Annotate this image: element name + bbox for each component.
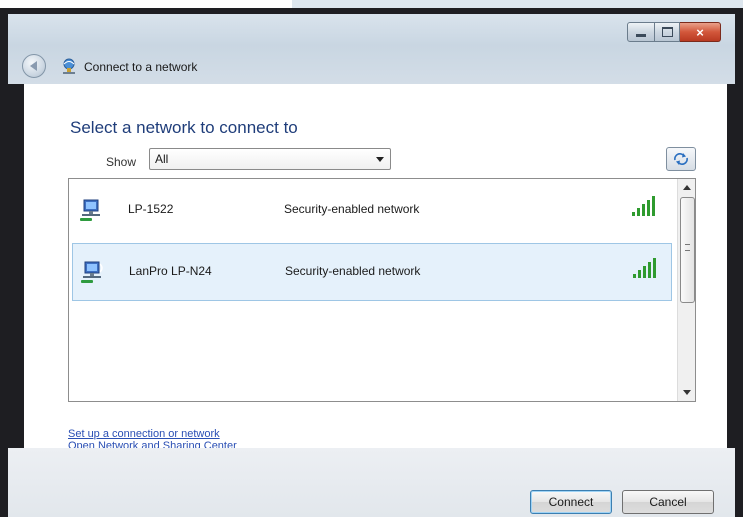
show-filter-value: All bbox=[155, 152, 169, 166]
refresh-icon bbox=[674, 153, 688, 165]
close-icon: × bbox=[696, 24, 704, 40]
window-controls: × bbox=[627, 22, 721, 42]
minimize-button[interactable] bbox=[627, 22, 655, 42]
background-strip bbox=[292, 0, 743, 8]
network-row[interactable]: LP-1522 Security-enabled network bbox=[72, 182, 672, 240]
network-security: Security-enabled network bbox=[284, 202, 420, 216]
maximize-button[interactable] bbox=[655, 22, 680, 42]
signal-strength-icon bbox=[632, 194, 662, 223]
minimize-icon bbox=[636, 34, 646, 37]
connect-button[interactable]: Connect bbox=[530, 490, 612, 514]
wireless-network-icon bbox=[81, 260, 107, 291]
scroll-down-icon[interactable] bbox=[683, 390, 691, 395]
network-wizard-icon bbox=[60, 57, 78, 80]
network-ssid: LP-1522 bbox=[128, 202, 174, 216]
grip-icon bbox=[685, 244, 690, 251]
page-heading: Select a network to connect to bbox=[70, 118, 298, 137]
background-strip bbox=[0, 0, 292, 8]
back-arrow-icon bbox=[29, 61, 37, 71]
show-filter-dropdown[interactable]: All bbox=[149, 148, 391, 170]
maximize-icon bbox=[661, 27, 673, 37]
cancel-button[interactable]: Cancel bbox=[622, 490, 714, 514]
back-button[interactable] bbox=[22, 54, 46, 78]
setup-connection-link[interactable]: Set up a connection or network bbox=[68, 428, 220, 440]
refresh-button[interactable] bbox=[666, 147, 696, 171]
dialog-footer: Connect Cancel bbox=[8, 448, 735, 517]
show-label: Show bbox=[106, 155, 137, 169]
scroll-up-icon[interactable] bbox=[683, 185, 691, 190]
dialog-content: Select a network to connect to Show All bbox=[24, 84, 727, 452]
network-row-selected[interactable]: LanPro LP-N24 Security-enabled network bbox=[72, 243, 672, 301]
scroll-thumb[interactable] bbox=[680, 197, 695, 303]
chevron-down-icon bbox=[376, 157, 384, 162]
close-button[interactable]: × bbox=[680, 22, 721, 42]
wireless-network-icon bbox=[80, 198, 106, 229]
connect-to-network-window: × Connect to a network Select a network … bbox=[0, 8, 743, 517]
network-ssid: LanPro LP-N24 bbox=[129, 264, 212, 278]
network-list: LP-1522 Security-enabled network LanPro … bbox=[68, 178, 696, 402]
signal-strength-icon bbox=[633, 256, 663, 285]
network-list-scrollbar[interactable] bbox=[677, 179, 695, 401]
network-security: Security-enabled network bbox=[285, 264, 421, 278]
window-title: Connect to a network bbox=[84, 60, 198, 74]
